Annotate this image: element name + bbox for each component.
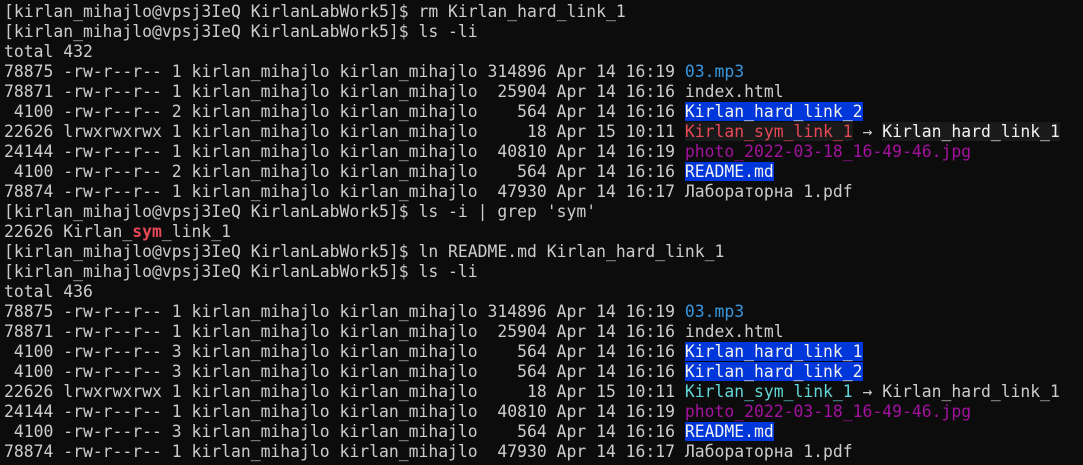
file-name-hl: Kirlan_hard_link_2 [684,102,863,121]
terminal-text: [kirlan_mihajlo@vpsj3IeQ KirlanLabWork5]… [4,202,597,221]
terminal-line: 4100 -rw-r--r-- 3 kirlan_mihajlo kirlan_… [4,362,1083,382]
terminal-line: 78875 -rw-r--r-- 1 kirlan_mihajlo kirlan… [4,302,1083,322]
terminal-text: 4100 -rw-r--r-- 2 kirlan_mihajlo kirlan_… [4,162,685,181]
terminal-text: 4100 -rw-r--r-- 2 kirlan_mihajlo kirlan_… [4,102,685,121]
terminal-line: 78871 -rw-r--r-- 1 kirlan_mihajlo kirlan… [4,82,1083,102]
terminal-text: 24144 -rw-r--r-- 1 kirlan_mihajlo kirlan… [4,142,685,161]
terminal-text: [kirlan_mihajlo@vpsj3IeQ KirlanLabWork5]… [4,2,626,21]
file-name-img: photo_2022-03-18_16-49-46.jpg [684,142,972,161]
file-name-broken: Kirlan_sym_link_1 [684,122,853,141]
terminal-line: total 432 [4,42,1083,62]
terminal-line: [kirlan_mihajlo@vpsj3IeQ KirlanLabWork5]… [4,262,1083,282]
file-name-match: sym [132,222,162,241]
terminal-text: _link_1 [161,222,231,241]
file-name-target-broken: Kirlan_hard_link_1 [882,122,1060,141]
terminal-line: 24144 -rw-r--r-- 1 kirlan_mihajlo kirlan… [4,142,1083,162]
file-name-hl: README.md [684,162,774,181]
terminal-line: 78874 -rw-r--r-- 1 kirlan_mihajlo kirlan… [4,442,1083,462]
terminal-text: 78875 -rw-r--r-- 1 kirlan_mihajlo kirlan… [4,302,685,321]
terminal-text: 4100 -rw-r--r-- 3 kirlan_mihajlo kirlan_… [4,362,685,381]
terminal-line: [kirlan_mihajlo@vpsj3IeQ KirlanLabWork5]… [4,242,1083,262]
terminal-text: 78875 -rw-r--r-- 1 kirlan_mihajlo kirlan… [4,62,685,81]
terminal-text: 4100 -rw-r--r-- 3 kirlan_mihajlo kirlan_… [4,422,685,441]
terminal-line: [kirlan_mihajlo@vpsj3IeQ KirlanLabWork5]… [4,2,1083,22]
terminal-text: 78871 -rw-r--r-- 1 kirlan_mihajlo kirlan… [4,82,784,101]
terminal-text: 78874 -rw-r--r-- 1 kirlan_mihajlo kirlan… [4,442,853,461]
terminal-text: [kirlan_mihajlo@vpsj3IeQ KirlanLabWork5]… [4,22,478,41]
terminal-line: 4100 -rw-r--r-- 3 kirlan_mihajlo kirlan_… [4,422,1083,442]
terminal-text: 22626 lrwxrwxrwx 1 kirlan_mihajlo kirlan… [4,122,685,141]
file-name-sym: Kirlan_sym_link_1 [684,382,853,401]
terminal-text: [kirlan_mihajlo@vpsj3IeQ KirlanLabWork5]… [4,262,478,281]
terminal-line: 4100 -rw-r--r-- 3 kirlan_mihajlo kirlan_… [4,342,1083,362]
terminal-line: 78875 -rw-r--r-- 1 kirlan_mihajlo kirlan… [4,62,1083,82]
terminal-line: 78871 -rw-r--r-- 1 kirlan_mihajlo kirlan… [4,322,1083,342]
terminal-text: [kirlan_mihajlo@vpsj3IeQ KirlanLabWork5]… [4,242,725,261]
terminal-line: 78874 -rw-r--r-- 1 kirlan_mihajlo kirlan… [4,182,1083,202]
file-name-mp3: 03.mp3 [684,302,745,321]
terminal-line: 22626 Kirlan_sym_link_1 [4,222,1083,242]
terminal-text: → Kirlan_hard_link_1 [852,382,1060,401]
terminal-text: → [852,122,883,141]
file-name-hl: Kirlan_hard_link_1 [684,342,863,361]
terminal-line: 22626 lrwxrwxrwx 1 kirlan_mihajlo kirlan… [4,382,1083,402]
terminal-text: 22626 lrwxrwxrwx 1 kirlan_mihajlo kirlan… [4,382,685,401]
terminal-line: 4100 -rw-r--r-- 2 kirlan_mihajlo kirlan_… [4,162,1083,182]
file-name-mp3: 03.mp3 [684,62,745,81]
file-name-hl: README.md [684,422,774,441]
terminal-text: 24144 -rw-r--r-- 1 kirlan_mihajlo kirlan… [4,402,685,421]
terminal-text: total 436 [4,282,93,301]
terminal-line: [kirlan_mihajlo@vpsj3IeQ KirlanLabWork5]… [4,202,1083,222]
terminal-line: total 436 [4,282,1083,302]
terminal-line: 4100 -rw-r--r-- 2 kirlan_mihajlo kirlan_… [4,102,1083,122]
terminal-line: [kirlan_mihajlo@vpsj3IeQ KirlanLabWork5]… [4,22,1083,42]
terminal-text: 78874 -rw-r--r-- 1 kirlan_mihajlo kirlan… [4,182,853,201]
terminal-text: total 432 [4,42,93,61]
terminal-line: 24144 -rw-r--r-- 1 kirlan_mihajlo kirlan… [4,402,1083,422]
terminal-output[interactable]: [kirlan_mihajlo@vpsj3IeQ KirlanLabWork5]… [0,0,1083,462]
terminal-text: 78871 -rw-r--r-- 1 kirlan_mihajlo kirlan… [4,322,784,341]
file-name-hl: Kirlan_hard_link_2 [684,362,863,381]
terminal-text: 4100 -rw-r--r-- 3 kirlan_mihajlo kirlan_… [4,342,685,361]
file-name-img: photo_2022-03-18_16-49-46.jpg [684,402,972,421]
terminal-text: 22626 Kirlan_ [4,222,133,241]
terminal-line: 22626 lrwxrwxrwx 1 kirlan_mihajlo kirlan… [4,122,1083,142]
